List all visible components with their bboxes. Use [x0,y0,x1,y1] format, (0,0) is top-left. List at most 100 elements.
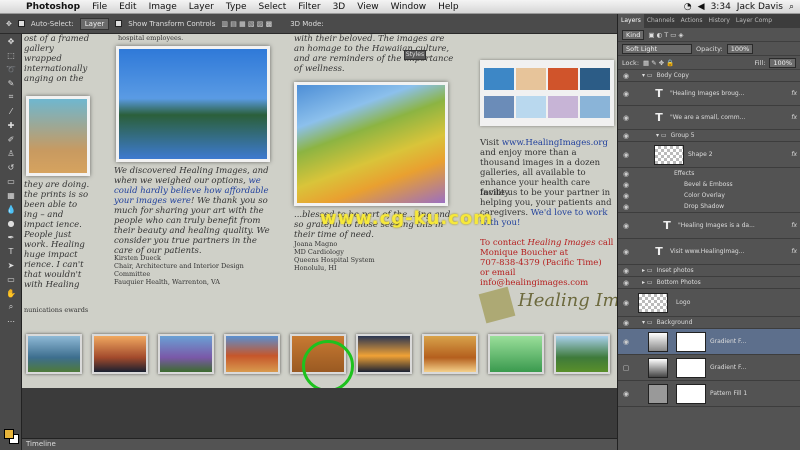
pen-icon[interactable]: ✒ [0,230,22,244]
layer-name[interactable]: "Healing Images broug... [670,90,744,97]
eye-icon[interactable]: ◉ [618,114,634,122]
filter-icons[interactable]: ▣ ◐ T ▭ ◈ [648,31,683,39]
fx-icon[interactable]: fx [791,114,797,121]
show-transform-checkbox[interactable] [115,20,123,27]
tab-layers[interactable]: Layers [618,14,644,28]
crop-icon[interactable]: ⌗ [0,90,22,104]
layer-name[interactable]: Gradient F... [710,338,746,345]
stamp-icon[interactable]: ♙ [0,146,22,160]
tab-layer-comps[interactable]: Layer Comp [733,14,775,28]
eye-icon[interactable]: ◉ [618,151,634,159]
marquee-icon[interactable]: ⬚ [0,48,22,62]
layer-name[interactable]: Gradient F... [710,364,746,371]
lasso-icon[interactable]: ➰ [0,62,22,76]
effect-name[interactable]: Bevel & Emboss [684,181,733,188]
fx-icon[interactable]: fx [791,222,797,229]
bottom-photo-1[interactable] [26,334,82,374]
blend-mode-dropdown[interactable]: Soft Light [622,43,692,54]
menu-layer[interactable]: Layer [183,2,220,12]
layer-name[interactable]: "Healing Images is a da... [678,222,755,229]
more-tools-icon[interactable]: ⋯ [0,314,22,328]
layer-name[interactable]: Background [657,319,693,326]
effects-row[interactable]: ◉ Effects [618,168,800,179]
eyedropper-icon[interactable]: ⁄ [0,104,22,118]
spotlight-icon[interactable]: ⌕ [789,2,794,12]
bottom-photo-9[interactable] [554,334,610,374]
zoom-icon[interactable]: ⌕ [0,300,22,314]
blur-icon[interactable]: 💧 [0,202,22,216]
layer-name[interactable]: Group 5 [671,132,695,139]
history-brush-icon[interactable]: ↺ [0,160,22,174]
opacity-field[interactable]: 100% [726,43,754,54]
volume-icon[interactable]: ◀ [698,2,705,12]
clock[interactable]: 3:34 [711,2,731,12]
layer-row[interactable]: ◉ ▾ ▭ Body Copy [618,70,800,82]
eye-icon[interactable]: ◉ [618,222,634,230]
menu-3d[interactable]: 3D [327,2,352,12]
tab-history[interactable]: History [706,14,733,28]
layer-row[interactable]: ◉ T "We are a small, comm... fx [618,106,800,130]
eye-icon[interactable]: ◉ [618,299,634,307]
effect-row[interactable]: ◉ Color Overlay [618,190,800,201]
layer-row[interactable]: ◉ T Visit www.HealingImag... fx [618,239,800,265]
effect-row[interactable]: ◉ Bevel & Emboss [618,179,800,190]
eye-icon[interactable]: ◉ [618,248,634,256]
user-name[interactable]: Jack Davis [737,2,783,12]
menu-image[interactable]: Image [143,2,183,12]
bottom-photo-8[interactable] [488,334,544,374]
layer-row[interactable]: ◉ T "Healing Images broug... fx [618,82,800,106]
bottom-photo-3[interactable] [158,334,214,374]
layer-name[interactable]: Inset photos [657,267,694,274]
layer-row[interactable]: ◉ ▸ ▭ Inset photos [618,265,800,277]
visit-link[interactable]: www.HealingImages.org [502,138,608,148]
kind-filter-dropdown[interactable]: Kind [622,29,645,40]
lock-icons[interactable]: ▦ ✎ ✥ 🔒 [643,59,674,67]
effect-row[interactable]: ◉ Drop Shadow [618,201,800,213]
fx-icon[interactable]: fx [791,90,797,97]
eye-icon[interactable]: ◉ [618,279,634,287]
layer-name[interactable]: Bottom Photos [657,279,701,286]
document-canvas[interactable]: ost of a framed gallery wrapped internat… [22,34,617,388]
layer-row[interactable]: ◉ T "Healing Images is a da... fx [618,213,800,239]
menu-window[interactable]: Window [385,2,433,12]
effects-label[interactable]: Effects [674,170,694,177]
eye-icon[interactable]: ◉ [618,192,634,200]
eye-icon[interactable]: ◉ [618,132,634,140]
layer-name[interactable]: Visit www.HealingImag... [670,248,744,255]
dodge-icon[interactable]: ● [0,216,22,230]
menu-file[interactable]: File [86,2,113,12]
bottom-photo-7[interactable] [422,334,478,374]
tab-channels[interactable]: Channels [644,14,678,28]
hand-icon[interactable]: ✋ [0,286,22,300]
menu-view[interactable]: View [351,2,384,12]
eye-icon[interactable]: ◉ [618,181,634,189]
menu-type[interactable]: Type [220,2,253,12]
layer-name[interactable]: Logo [676,299,690,306]
layer-row[interactable]: ◉ Pattern Fill 1 [618,381,800,407]
layer-name[interactable]: Body Copy [657,72,689,79]
layer-name[interactable]: Shape 2 [688,151,713,158]
eye-icon[interactable]: ◉ [618,319,634,327]
layer-row[interactable]: ◉ ▸ ▭ Bottom Photos [618,277,800,289]
eye-icon[interactable]: ◉ [618,90,634,98]
fx-icon[interactable]: fx [791,248,797,255]
eye-icon[interactable]: ▢ [618,364,634,372]
menu-filter[interactable]: Filter [292,2,326,12]
fx-icon[interactable]: fx [791,151,797,158]
layer-name[interactable]: "We are a small, comm... [670,114,745,121]
shape-icon[interactable]: ▭ [0,272,22,286]
effect-name[interactable]: Drop Shadow [684,203,724,210]
eye-icon[interactable]: ◉ [618,390,634,398]
auto-select-dropdown[interactable]: Layer [79,17,110,30]
eye-icon[interactable]: ◉ [618,267,634,275]
path-select-icon[interactable]: ➤ [0,258,22,272]
align-icons[interactable]: ▥ ▤ ▦ ▧ ▨ ▩ [221,20,272,28]
wifi-icon[interactable]: ◔ [684,2,692,12]
eye-icon[interactable]: ◉ [618,72,634,80]
styles-tab[interactable]: Styles [404,50,426,60]
layer-name[interactable]: Pattern Fill 1 [710,390,747,397]
menu-app[interactable]: Photoshop [20,2,86,12]
eye-icon[interactable]: ◉ [618,338,634,346]
quick-select-icon[interactable]: ✎ [0,76,22,90]
effect-name[interactable]: Color Overlay [684,192,725,199]
